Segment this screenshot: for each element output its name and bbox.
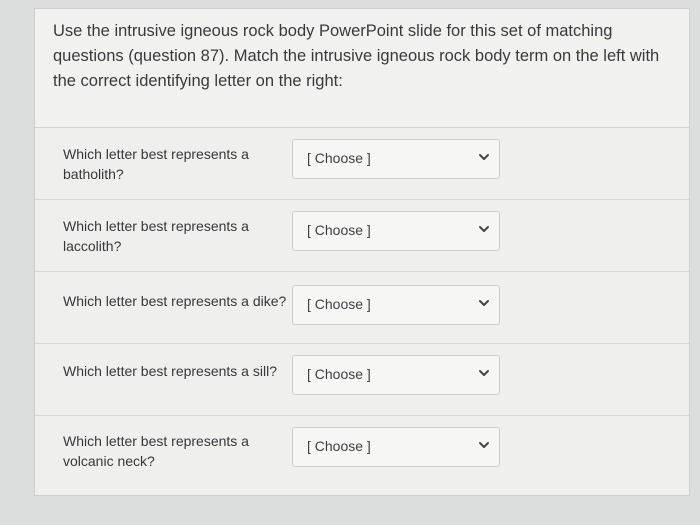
- chevron-down-icon: [479, 226, 489, 232]
- answer-dropdown-dike[interactable]: [ Choose ]: [292, 285, 500, 325]
- dropdown-value: [ Choose ]: [307, 150, 371, 166]
- answer-dropdown-sill[interactable]: [ Choose ]: [292, 355, 500, 395]
- chevron-down-icon: [479, 154, 489, 160]
- answer-dropdown-laccolith[interactable]: [ Choose ]: [292, 211, 500, 251]
- question-card: Use the intrusive igneous rock body Powe…: [34, 8, 690, 496]
- match-row-laccolith: Which letter best represents a laccolith…: [35, 199, 689, 272]
- question-text: Use the intrusive igneous rock body Powe…: [53, 22, 660, 90]
- answer-dropdown-batholith[interactable]: [ Choose ]: [292, 139, 500, 179]
- match-prompt: Which letter best represents a sill?: [63, 363, 277, 379]
- dropdown-value: [ Choose ]: [307, 366, 371, 382]
- dropdown-value: [ Choose ]: [307, 438, 371, 454]
- match-prompt: Which letter best represents a batholith…: [63, 146, 249, 182]
- match-row-sill: Which letter best represents a sill? [ C…: [35, 343, 689, 416]
- chevron-down-icon: [479, 370, 489, 376]
- question-header: Use the intrusive igneous rock body Powe…: [35, 9, 689, 128]
- match-prompt: Which letter best represents a dike?: [63, 293, 287, 309]
- match-row-dike: Which letter best represents a dike? [ C…: [35, 271, 689, 344]
- dropdown-value: [ Choose ]: [307, 296, 371, 312]
- match-row-batholith: Which letter best represents a batholith…: [35, 127, 689, 200]
- chevron-down-icon: [479, 300, 489, 306]
- match-prompt: Which letter best represents a volcanic …: [63, 433, 249, 469]
- match-prompt: Which letter best represents a laccolith…: [63, 218, 249, 254]
- chevron-down-icon: [479, 442, 489, 448]
- dropdown-value: [ Choose ]: [307, 222, 371, 238]
- answer-dropdown-volcanic-neck[interactable]: [ Choose ]: [292, 427, 500, 467]
- match-row-volcanic-neck: Which letter best represents a volcanic …: [35, 415, 689, 495]
